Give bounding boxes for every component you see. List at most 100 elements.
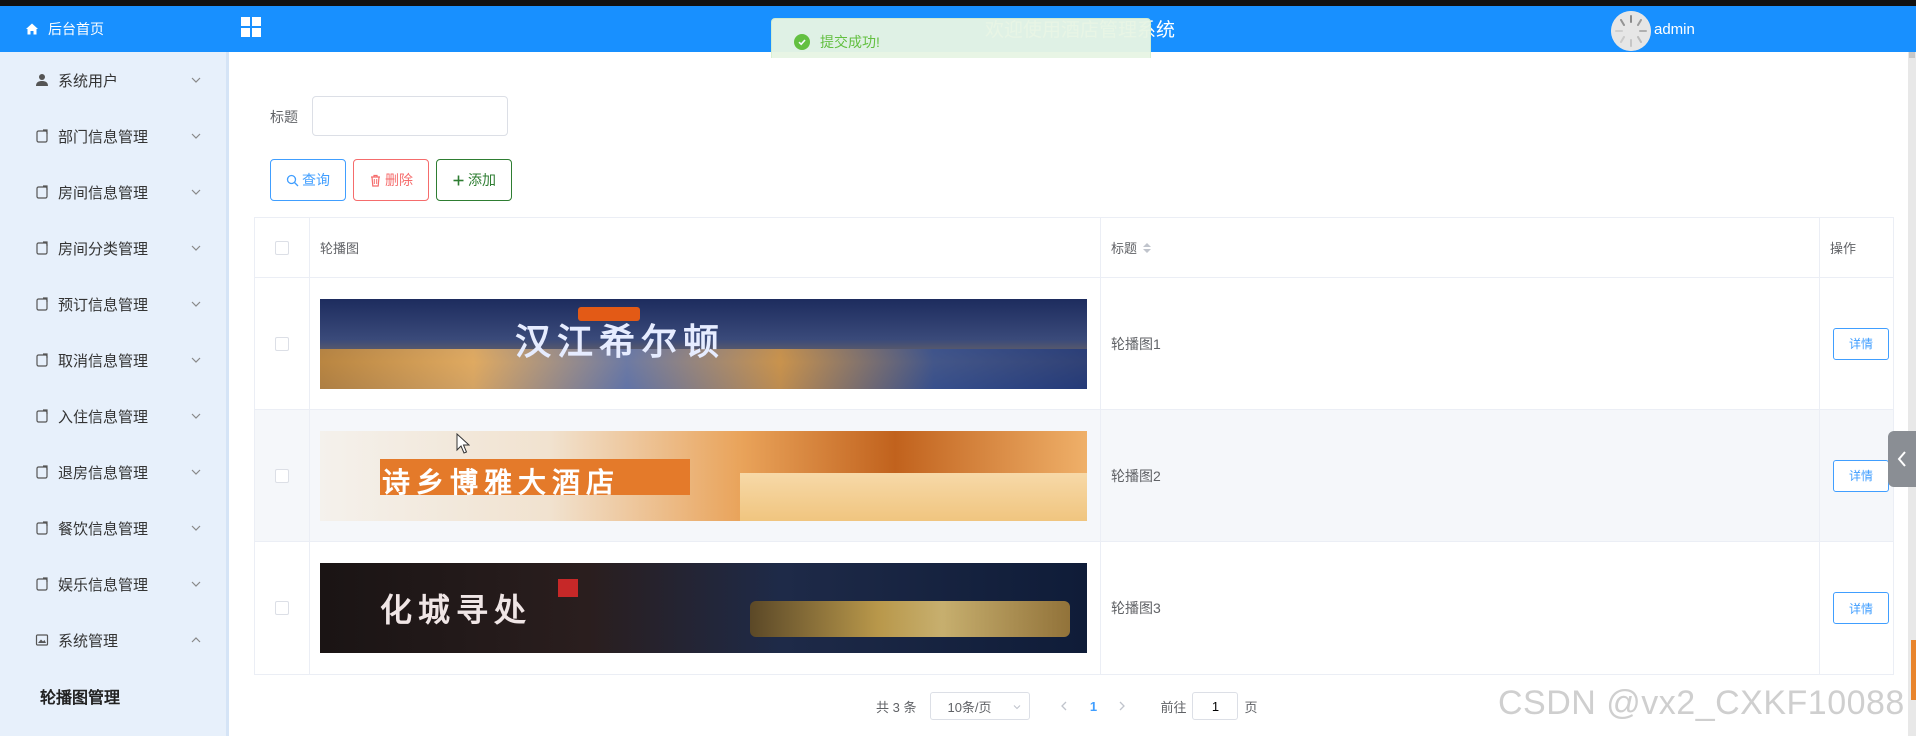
- row-actions: 详情: [1820, 410, 1893, 541]
- detail-button[interactable]: 详情: [1833, 327, 1889, 360]
- banner-image-text: 诗乡博雅大酒店: [382, 465, 621, 499]
- sidebar-item-system-management[interactable]: 系统管理: [0, 612, 226, 668]
- sidebar-item-label: 退房信息管理: [58, 464, 149, 482]
- column-header-title-label: 标题: [1111, 241, 1138, 256]
- chevron-down-icon: [191, 357, 201, 363]
- pagination-total: 共 3 条: [876, 699, 917, 715]
- banner-image-text: 汉江希尔顿: [515, 320, 726, 363]
- sidebar-item-check-in[interactable]: 入住信息管理: [0, 388, 226, 444]
- home-icon: [24, 21, 40, 37]
- document-icon: [34, 520, 50, 536]
- row-actions: 详情: [1820, 542, 1893, 674]
- column-header-actions: 操作: [1830, 241, 1857, 256]
- avatar[interactable]: [1611, 11, 1651, 51]
- goto-page-input[interactable]: [1192, 692, 1239, 720]
- row-title: 轮播图2: [1101, 410, 1820, 541]
- page-number-current[interactable]: 1: [1078, 692, 1108, 720]
- banner-image: 汉江希尔顿: [320, 298, 1087, 389]
- edge-accent-bar: [1911, 640, 1916, 700]
- chevron-down-icon: [191, 525, 201, 531]
- row-checkbox-cell: [255, 278, 310, 409]
- sidebar-item-label: 餐饮信息管理: [58, 520, 149, 538]
- search-title-input[interactable]: [312, 96, 508, 136]
- delete-button[interactable]: 删除: [353, 159, 429, 201]
- scrollbar-thumb[interactable]: [1909, 52, 1915, 58]
- document-icon: [34, 296, 50, 312]
- sidebar-item-system-user[interactable]: 系统用户: [0, 52, 226, 108]
- sidebar-item-label: 娱乐信息管理: [58, 576, 149, 594]
- row-checkbox[interactable]: [275, 336, 289, 351]
- chevron-left-icon: [1061, 701, 1067, 711]
- sidebar-item-entertainment[interactable]: 娱乐信息管理: [0, 556, 226, 612]
- plus-icon: [452, 174, 465, 187]
- search-icon: [286, 174, 299, 187]
- username[interactable]: admin: [1654, 21, 1695, 38]
- chevron-down-icon: [191, 77, 201, 83]
- sidebar-subitem-carousel[interactable]: 轮播图管理: [0, 668, 226, 724]
- chevron-down-icon: [191, 581, 201, 587]
- goto-suffix: 页: [1244, 699, 1258, 715]
- scrollbar[interactable]: [1908, 52, 1916, 736]
- mouse-cursor-icon: [456, 433, 470, 454]
- delete-button-label: 删除: [385, 172, 413, 188]
- table-row: 化城寻处 轮播图3 详情: [255, 542, 1893, 674]
- sidebar-item-label: 系统用户: [58, 72, 119, 90]
- row-checkbox[interactable]: [275, 601, 289, 615]
- table-header: 轮播图 标题 操作: [255, 218, 1893, 278]
- document-icon: [34, 240, 50, 256]
- loading-spinner-icon: [1611, 11, 1651, 51]
- sidebar-item-label: 房间信息管理: [58, 184, 149, 202]
- detail-button[interactable]: 详情: [1833, 592, 1889, 624]
- trash-icon: [369, 174, 382, 187]
- column-header-image: 轮播图: [310, 218, 1101, 277]
- row-checkbox-cell: [255, 410, 310, 541]
- banner-image: 诗乡博雅大酒店: [320, 430, 1087, 521]
- check-circle-icon: [794, 34, 810, 50]
- row-actions: 详情: [1820, 278, 1893, 409]
- next-page-button[interactable]: [1108, 692, 1136, 720]
- collapse-panel-button[interactable]: [1888, 431, 1916, 487]
- add-button[interactable]: 添加: [436, 159, 512, 201]
- row-checkbox[interactable]: [275, 468, 289, 483]
- document-icon: [34, 184, 50, 200]
- sidebar-item-department[interactable]: 部门信息管理: [0, 108, 226, 164]
- row-title: 轮播图3: [1101, 542, 1820, 674]
- sidebar-divider: [226, 6, 229, 736]
- sidebar: 后台首页 系统用户 部门信息管理 房间信息管理 房间分类管理 预订信息管理 取消…: [0, 6, 226, 736]
- sidebar-item-label: 房间分类管理: [58, 240, 149, 258]
- sidebar-item-dining[interactable]: 餐饮信息管理: [0, 500, 226, 556]
- goto-prefix: 前往: [1160, 699, 1187, 715]
- row-checkbox-cell: [255, 542, 310, 674]
- query-button-label: 查询: [302, 172, 330, 188]
- sidebar-item-label: 取消信息管理: [58, 352, 149, 370]
- search-title-label: 标题: [270, 109, 298, 125]
- banner-image-seal: [558, 579, 578, 597]
- pagination: 共 3 条 10条/页 1 前往 页: [876, 692, 1258, 720]
- sidebar-item-room-category[interactable]: 房间分类管理: [0, 220, 226, 276]
- query-button[interactable]: 查询: [270, 159, 346, 201]
- sidebar-home[interactable]: 后台首页: [0, 6, 226, 52]
- select-all-cell: [255, 218, 310, 277]
- sidebar-item-room-info[interactable]: 房间信息管理: [0, 164, 226, 220]
- sort-icon[interactable]: [1143, 242, 1152, 253]
- chevron-up-icon: [191, 637, 201, 643]
- page-size-select[interactable]: 10条/页: [930, 692, 1031, 720]
- sidebar-item-cancellation[interactable]: 取消信息管理: [0, 332, 226, 388]
- sidebar-item-reservation[interactable]: 预订信息管理: [0, 276, 226, 332]
- prev-page-button[interactable]: [1050, 692, 1078, 720]
- chevron-down-icon: [191, 189, 201, 195]
- sidebar-item-check-out[interactable]: 退房信息管理: [0, 444, 226, 500]
- page-size-value: 10条/页: [947, 699, 992, 715]
- watermark: CSDN @vx2_CXKF10088: [1498, 684, 1905, 722]
- detail-button[interactable]: 详情: [1833, 459, 1889, 492]
- document-icon: [34, 128, 50, 144]
- add-button-label: 添加: [468, 172, 496, 188]
- select-all-checkbox[interactable]: [275, 240, 289, 255]
- banner-image-text: 化城寻处: [380, 591, 533, 629]
- column-header-title[interactable]: 标题: [1101, 218, 1820, 277]
- chevron-down-icon: [191, 413, 201, 419]
- banner-image-glow: [750, 601, 1070, 637]
- document-icon: [34, 352, 50, 368]
- banner-image-cell: 化城寻处: [310, 542, 1101, 674]
- user-icon: [34, 72, 50, 88]
